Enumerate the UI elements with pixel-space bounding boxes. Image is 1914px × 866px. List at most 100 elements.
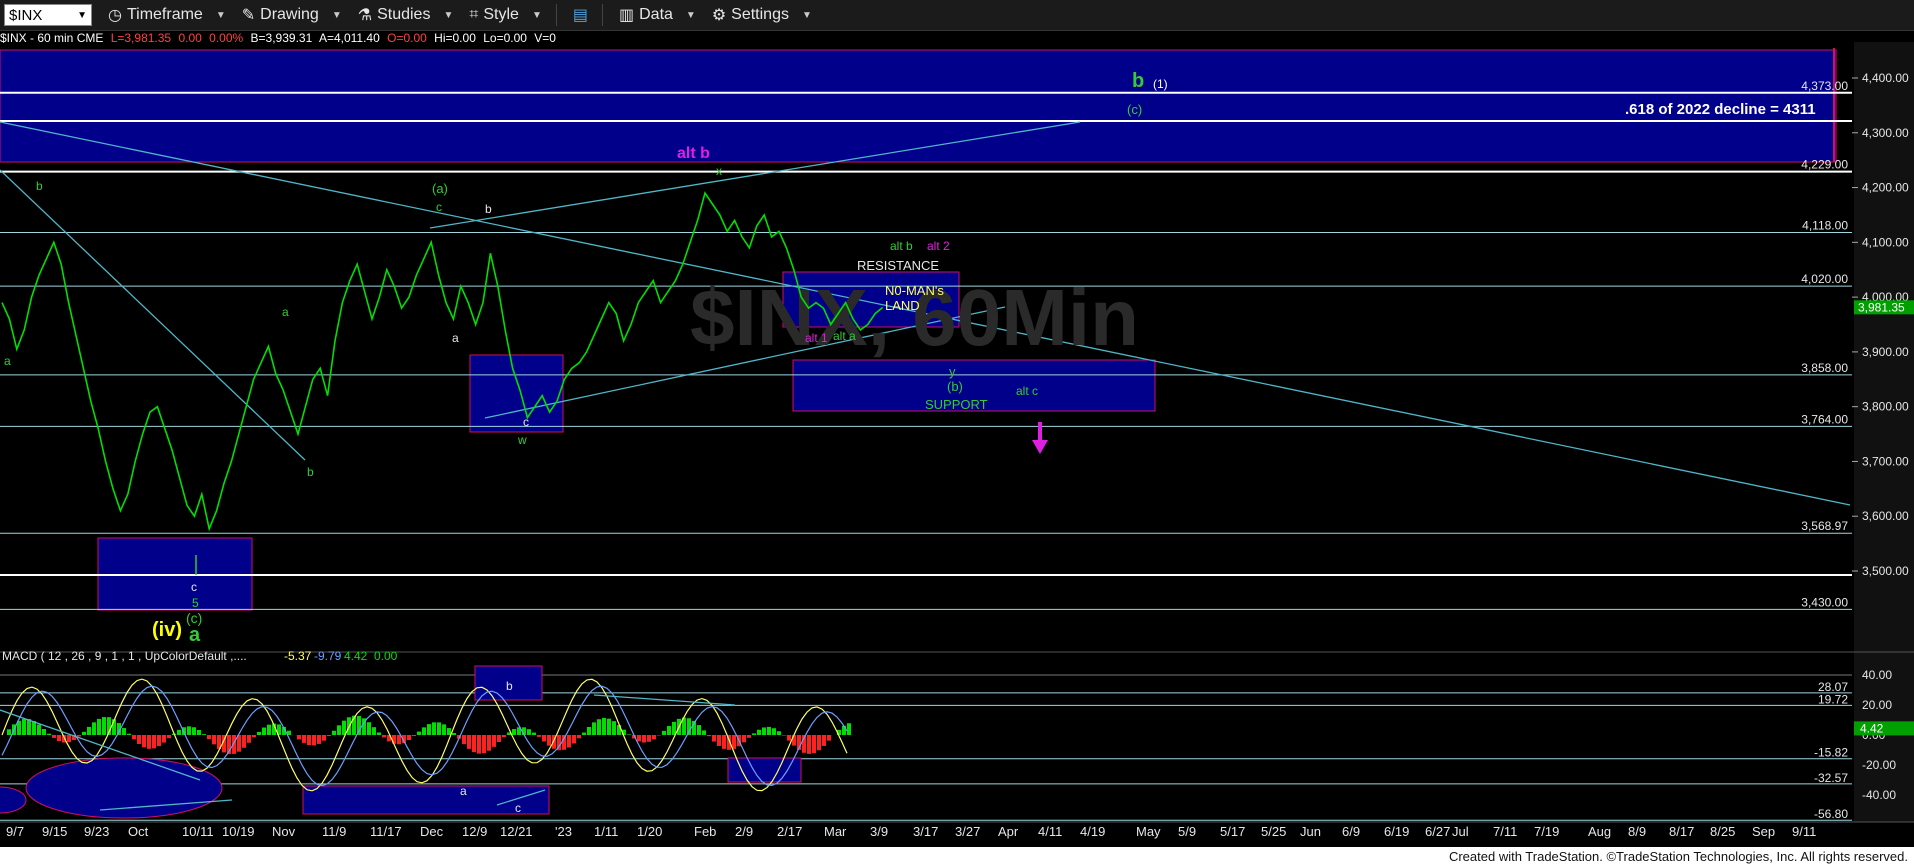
wave-label-c-top: (c) bbox=[1127, 102, 1142, 117]
x-axis-label: 11/9 bbox=[322, 824, 346, 839]
chevron-down-icon: ▼ bbox=[685, 9, 696, 21]
macd-histogram-bar bbox=[822, 735, 826, 746]
macd-histogram-bar bbox=[47, 733, 51, 735]
macd-histogram-bar bbox=[97, 718, 101, 735]
settings-button[interactable]: ⚙ Settings ▼ bbox=[712, 5, 812, 25]
macd-histogram-bar bbox=[322, 735, 326, 741]
x-axis-label: 6/27 bbox=[1425, 824, 1450, 839]
macd-histogram-bar bbox=[827, 735, 831, 741]
x-axis-label: 12/9 bbox=[462, 824, 487, 839]
x-axis-label: 2/9 bbox=[735, 824, 753, 839]
macd-histogram-bar bbox=[397, 735, 401, 745]
macd-label-a: a bbox=[460, 784, 467, 798]
macd-histogram-bar bbox=[697, 725, 701, 735]
macd-histogram-bar bbox=[657, 735, 661, 736]
macd-histogram-bar bbox=[147, 735, 151, 749]
x-axis-label: 5/9 bbox=[1178, 824, 1196, 839]
x-axis-label: 3/27 bbox=[955, 824, 980, 839]
last-price-readout: L=3,981.35 bbox=[110, 31, 172, 45]
macd-histogram-bar bbox=[307, 735, 311, 746]
wave-label-b: b bbox=[1132, 70, 1144, 92]
layout-icon: ▤ bbox=[572, 7, 588, 24]
upper-target-zone bbox=[0, 49, 1837, 163]
x-axis-label: 7/19 bbox=[1534, 824, 1559, 839]
price-axis-label: 4,100.00 bbox=[1862, 235, 1909, 249]
timeframe-button[interactable]: ◷ Timeframe ▼ bbox=[108, 5, 226, 25]
macd-histogram-bar bbox=[597, 719, 601, 735]
level-label: 3,764.00 bbox=[1801, 412, 1848, 426]
macd-histogram-bar bbox=[162, 735, 166, 743]
macd-histogram-bar bbox=[152, 735, 156, 749]
macd-histogram-bar bbox=[807, 735, 811, 754]
bid-readout: B=3,939.31 bbox=[250, 31, 313, 45]
price-axis-label: 4,200.00 bbox=[1862, 181, 1909, 195]
pct-change-readout: 0.00% bbox=[209, 31, 244, 45]
alt-1-label: alt 1 bbox=[805, 331, 828, 345]
macd-histogram-bar bbox=[672, 721, 676, 735]
x-axis-label: 9/7 bbox=[6, 824, 24, 839]
toolbar-divider bbox=[601, 4, 603, 26]
data-button[interactable]: ▥ Data ▼ bbox=[619, 5, 696, 25]
macd-histogram-bar bbox=[257, 731, 261, 735]
macd-histogram-bar bbox=[767, 726, 771, 735]
x-axis-label: 12/21 bbox=[500, 824, 533, 839]
macd-histogram-bar bbox=[177, 729, 181, 735]
high-readout: Hi=0.00 bbox=[434, 31, 476, 45]
macd-histogram-bar bbox=[607, 718, 611, 735]
macd-histogram-bar bbox=[722, 735, 726, 749]
x-axis-label: 2/17 bbox=[777, 824, 802, 839]
macd-label-c: c bbox=[515, 801, 521, 815]
macd-histogram-bar bbox=[342, 720, 346, 735]
macd-histogram-bar bbox=[782, 735, 786, 736]
macd-histogram-bar bbox=[847, 723, 851, 735]
macd-histogram-bar bbox=[492, 735, 496, 747]
alt-b-label: alt b bbox=[890, 239, 913, 253]
macd-histogram-bar bbox=[367, 722, 371, 735]
macd-histogram-bar bbox=[592, 722, 596, 735]
x-axis-label: 6/9 bbox=[1342, 824, 1360, 839]
macd-histogram-bar bbox=[317, 735, 321, 744]
wave-label-c-w: c bbox=[523, 415, 529, 429]
price-axis-label: 3,700.00 bbox=[1862, 454, 1909, 468]
macd-histogram-bar bbox=[502, 735, 506, 737]
x-axis-label: 3/17 bbox=[913, 824, 938, 839]
macd-title: MACD ( 12 , 26 , 9 , 1 , 1 , UpColorDefa… bbox=[2, 649, 247, 663]
wave-label-a-left: a bbox=[282, 305, 289, 319]
macd-histogram-bar bbox=[587, 726, 591, 735]
macd-histogram-bar bbox=[572, 735, 576, 744]
x-axis-label: Aug bbox=[1588, 824, 1611, 839]
macd-histogram-bar bbox=[777, 731, 781, 735]
symbol-input[interactable]: $INX ▼ bbox=[4, 4, 92, 26]
studies-button[interactable]: ⚗ Studies ▼ bbox=[358, 5, 454, 25]
macd-histogram-bar bbox=[297, 735, 301, 740]
macd-histogram-bar bbox=[187, 726, 191, 735]
level-label: 4,118.00 bbox=[1802, 218, 1848, 232]
x-axis-label: 9/11 bbox=[1792, 824, 1816, 839]
chevron-down-icon: ▼ bbox=[443, 9, 454, 21]
macd-histogram-bar bbox=[77, 735, 81, 737]
macd-histogram-bar bbox=[497, 735, 501, 743]
volume-readout: V=0 bbox=[534, 31, 556, 45]
drawing-button[interactable]: ✎ Drawing ▼ bbox=[242, 5, 342, 25]
macd-readout-3: 0.00 bbox=[374, 649, 398, 663]
macd-histogram-bar bbox=[197, 729, 201, 735]
macd-histogram-bar bbox=[7, 729, 11, 735]
macd-histogram-bar bbox=[312, 735, 316, 746]
symbol-value: $INX bbox=[9, 6, 43, 24]
x-axis-label: 5/17 bbox=[1220, 824, 1245, 839]
macd-histogram-bar bbox=[582, 732, 586, 735]
x-axis-label: 4/11 bbox=[1038, 824, 1062, 839]
macd-histogram-bar bbox=[37, 724, 41, 735]
wave-label-a-mid: a bbox=[452, 331, 459, 345]
level-label: 3,430.00 bbox=[1801, 595, 1848, 609]
layout-button[interactable]: ▤ bbox=[573, 5, 588, 25]
style-button[interactable]: ⌗ Style ▼ bbox=[469, 6, 542, 24]
macd-level-label: -15.82 bbox=[1814, 746, 1848, 760]
chart-canvas[interactable]: 4,373.00 4,229.00 4,118.00 4,020.00 3,858.00… bbox=[0, 0, 1914, 866]
macd-histogram-bar bbox=[452, 733, 456, 735]
macd-histogram-bar bbox=[472, 735, 476, 753]
macd-level-label: 19.72 bbox=[1818, 692, 1848, 706]
macd-label-b: b bbox=[506, 679, 513, 693]
wave-label-1: (1) bbox=[1153, 77, 1168, 91]
macd-histogram-bar bbox=[157, 735, 161, 747]
